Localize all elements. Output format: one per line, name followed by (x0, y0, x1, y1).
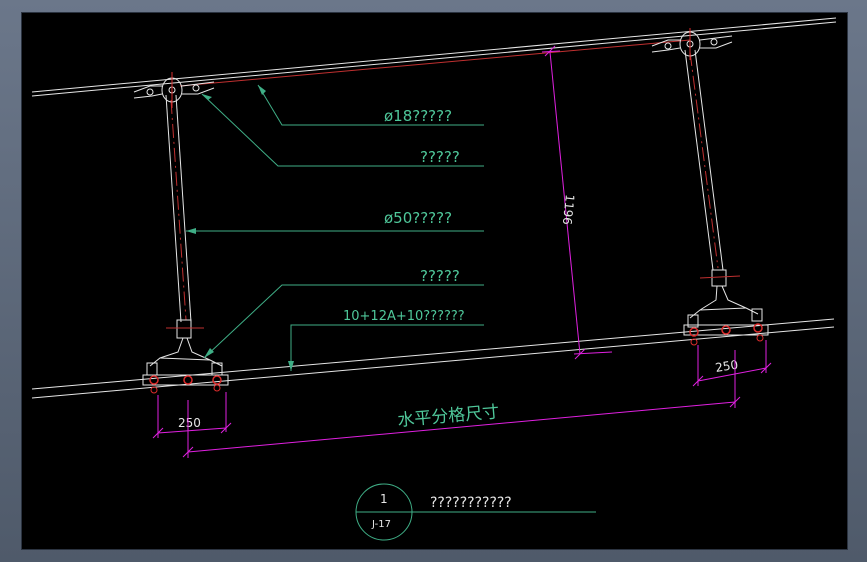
label-base: ????? (420, 267, 460, 285)
label-clamp: ????? (420, 148, 460, 166)
detail-drawing: ø18????? ????? ø50????? ????? 10+12A+10?… (31, 17, 837, 541)
left-strut (142, 94, 229, 394)
left-cable-clamp (133, 72, 215, 108)
left-offset-dimension (152, 392, 232, 439)
detail-marker-title: ??????????? (430, 495, 512, 511)
label-cable: ø18????? (384, 107, 452, 125)
detail-marker-number: 1 (380, 492, 388, 506)
glass-edge-line (31, 318, 835, 399)
left-offset-value: 250 (178, 416, 201, 430)
top-cable (31, 17, 837, 97)
top-cable-core (179, 39, 691, 87)
horizontal-grid-dimension (182, 350, 741, 458)
right-strut (683, 49, 769, 346)
label-strut: ø50????? (384, 209, 452, 227)
cad-drawing-area[interactable]: ø18????? ????? ø50????? ????? 10+12A+10?… (21, 12, 848, 550)
height-dimension-value: 1196 (560, 194, 577, 226)
leader-lines (186, 84, 484, 371)
horizontal-grid-label: 水平分格尺寸 (397, 402, 500, 431)
detail-marker-sheet: J-17 (371, 519, 391, 530)
detail-marker (355, 483, 596, 541)
label-glass: 10+12A+10?????? (343, 309, 465, 324)
